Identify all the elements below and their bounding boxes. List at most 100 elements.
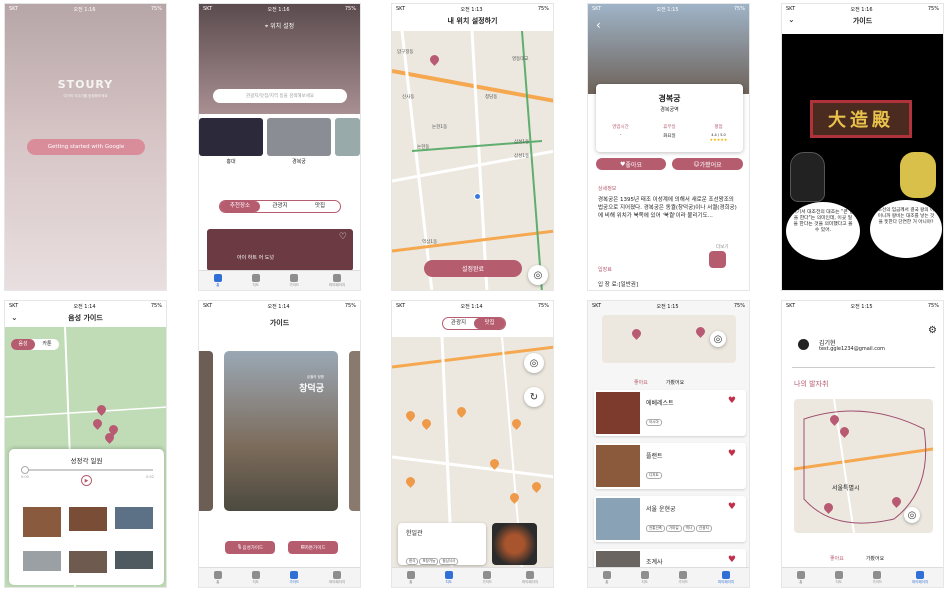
home-icon — [213, 273, 222, 282]
list-item[interactable]: 경복궁 — [267, 118, 331, 168]
tab-map[interactable]: 지도 — [834, 570, 843, 585]
tag-list: 한식 포장가능 점심식사 — [406, 547, 486, 566]
photo-thumb[interactable] — [69, 507, 107, 531]
confirm-button[interactable]: 설정완료 — [424, 260, 522, 277]
google-start-button[interactable]: Getting started with Google — [27, 139, 145, 155]
map-pin-icon[interactable] — [97, 405, 106, 417]
list-item[interactable]: 서울 운현궁 전통건축 가마길 역사 관광지 ♥ — [594, 496, 746, 542]
list-item[interactable]: 에베레스트 아시아 ♥ — [594, 390, 746, 436]
tab-guide[interactable]: 가이드 — [289, 273, 299, 288]
restaurant-pin[interactable] — [406, 477, 415, 489]
tag: 전통건축 — [646, 525, 665, 532]
tab-home[interactable]: 홈 — [213, 570, 222, 585]
slider-thumb[interactable] — [21, 466, 29, 474]
tab-restaurants[interactable]: 맛집 — [300, 201, 340, 212]
heart-icon[interactable]: ♥ — [728, 449, 736, 459]
visited-button[interactable]: ☺ 가봤어요 — [672, 158, 743, 170]
featured-card[interactable]: 아이 하트 어 도넛 ♡ — [207, 229, 353, 271]
audio-slider[interactable] — [21, 466, 153, 474]
restaurant-card[interactable]: 한일관 한식 포장가능 점심식사 — [398, 523, 486, 565]
tab-audio[interactable]: 음성 — [11, 339, 35, 350]
like-button[interactable]: ♥ 좋아요 — [596, 158, 666, 170]
photo-thumb[interactable] — [69, 551, 107, 573]
tab-map[interactable]: 지도 — [444, 570, 453, 585]
mini-map[interactable]: ◎ — [602, 315, 736, 363]
cartoon-guide-button[interactable]: ▤ 카툰가이드 — [288, 541, 338, 554]
guide-card[interactable]: 궁궐의 정원 창덕궁 — [224, 351, 338, 511]
restaurant-pin[interactable] — [457, 407, 466, 419]
play-icon[interactable]: ▶ — [81, 475, 92, 486]
restaurant-pin[interactable] — [532, 482, 541, 494]
list-item[interactable]: 홍대 — [199, 118, 263, 168]
book-icon — [290, 273, 299, 282]
tab-guide[interactable]: 가이드 — [872, 570, 882, 585]
settings-icon[interactable]: ⚙ — [928, 325, 937, 336]
tab-map[interactable]: 지도 — [640, 570, 649, 585]
tab-guide[interactable]: 가이드 — [289, 570, 299, 585]
tab-home[interactable]: 홈 — [796, 570, 805, 585]
tab-mypage[interactable]: 마이페이지 — [522, 570, 538, 585]
map-pin-icon[interactable] — [93, 419, 102, 431]
heart-icon[interactable]: ♥ — [728, 396, 736, 406]
screen-guide: SKT 오전 1:14 75% 가이드 궁궐의 정원 창덕궁 🎙 음성가이드 ▤ 카… — [198, 300, 361, 588]
tab-guide[interactable]: 가이드 — [678, 570, 688, 585]
heart-icon[interactable]: ♥ — [728, 555, 736, 565]
map-pin-icon[interactable] — [632, 329, 641, 341]
tab-mypage[interactable]: 마이페이지 — [718, 570, 734, 585]
photo-thumb[interactable] — [115, 507, 153, 529]
photo-thumb[interactable] — [23, 507, 61, 537]
search-input[interactable]: 관광지/맛집/지역 등을 검색해보세요 — [213, 89, 347, 103]
my-location-icon[interactable]: ◎ — [904, 507, 920, 523]
map-pin-icon[interactable] — [892, 497, 901, 509]
tab-mypage[interactable]: 마이페이지 — [912, 570, 928, 585]
map-pin-icon[interactable] — [105, 433, 114, 445]
heart-icon[interactable]: ♥ — [728, 502, 736, 512]
tab-likes[interactable]: 좋아요 — [830, 555, 844, 562]
tab-attractions[interactable]: 관광지 — [443, 318, 474, 329]
tab-guide[interactable]: 가이드 — [482, 570, 492, 585]
footprint-map[interactable]: 서울특별시 ◎ — [794, 399, 933, 533]
tab-bar: 홈 지도 가이드 마이페이지 — [199, 270, 360, 290]
heart-icon[interactable]: ♡ — [339, 232, 347, 242]
tab-map[interactable]: 지도 — [251, 273, 260, 288]
map-pin-icon[interactable] — [830, 415, 839, 427]
tab-visited[interactable]: 가봤어요 — [866, 555, 884, 562]
more-link[interactable]: 더보기 — [716, 244, 728, 250]
tab-home[interactable]: 홈 — [602, 570, 611, 585]
book-icon[interactable] — [709, 251, 726, 268]
audio-guide-button[interactable]: 🎙 음성가이드 — [225, 541, 275, 554]
tab-mypage[interactable]: 마이페이지 — [329, 273, 345, 288]
place-subway: 경복궁역 — [660, 107, 679, 113]
restaurant-pin[interactable] — [512, 419, 521, 431]
map-pin-icon[interactable] — [430, 55, 439, 67]
restaurant-pin[interactable] — [406, 411, 415, 423]
tab-mypage[interactable]: 마이페이지 — [329, 570, 345, 585]
tab-map[interactable]: 지도 — [251, 570, 260, 585]
back-icon[interactable]: ‹ — [596, 18, 601, 32]
tab-attractions[interactable]: 관광지 — [260, 201, 300, 212]
tab-restaurants[interactable]: 맛집 — [474, 318, 505, 329]
location-setting[interactable]: ⌖ 위치 설정 — [199, 21, 360, 31]
map-pin-icon[interactable] — [840, 427, 849, 439]
photo-thumb[interactable] — [115, 551, 153, 569]
refresh-icon[interactable]: ↻ — [524, 387, 544, 407]
my-location-icon[interactable]: ◎ — [528, 265, 548, 285]
tab-visited[interactable]: 가봤어요 — [666, 379, 684, 386]
tab-likes[interactable]: 좋아요 — [634, 379, 648, 386]
map-view[interactable]: 압구정동 영등대교 신사동 청담동 논현1동 논현동 삼성1동 삼성1동 역삼1… — [392, 31, 553, 290]
restaurant-pin[interactable] — [510, 493, 519, 505]
tab-home[interactable]: 홈 — [213, 273, 222, 288]
my-location-icon[interactable]: ◎ — [524, 353, 544, 373]
list-item[interactable]: 플랜트 디저트 ♥ — [594, 443, 746, 489]
restaurant-pin[interactable] — [490, 459, 499, 471]
restaurant-pin[interactable] — [422, 419, 431, 431]
map-pin-icon[interactable] — [696, 327, 705, 339]
list-item[interactable] — [335, 118, 360, 168]
page-title: 음성 가이드 — [68, 314, 103, 322]
my-location-icon[interactable]: ◎ — [710, 331, 726, 347]
photo-thumb[interactable] — [23, 551, 61, 571]
tab-recommended[interactable]: 추천장소 — [220, 201, 260, 212]
tab-cartoon[interactable]: 카툰 — [35, 339, 59, 350]
map-pin-icon[interactable] — [824, 503, 833, 515]
tab-home[interactable]: 홈 — [406, 570, 415, 585]
